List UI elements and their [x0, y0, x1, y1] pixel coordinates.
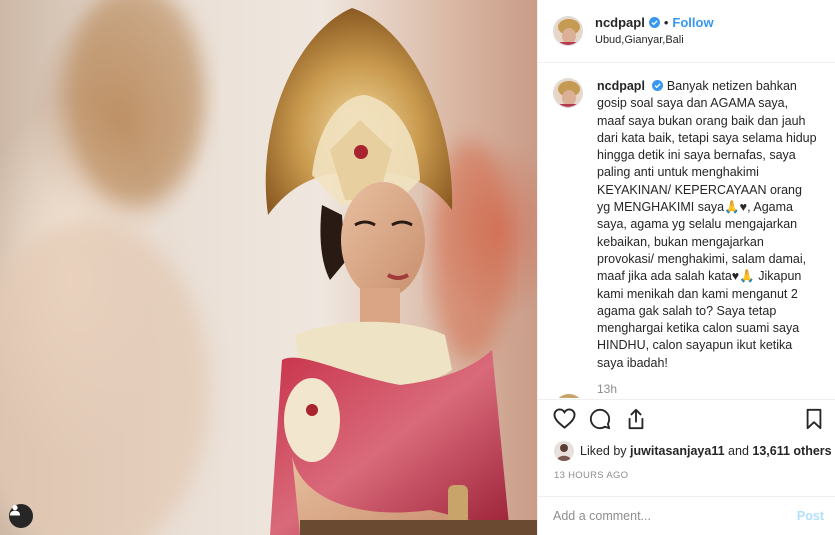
caption-username-link[interactable]: ncdpapl	[597, 79, 645, 93]
caption-time: 13h	[597, 382, 618, 397]
post-comment-button[interactable]: Post	[797, 509, 824, 523]
header-username-link[interactable]: ncdpapl	[595, 15, 645, 31]
post-sidebar: ncdpapl • Follow Ubud,Gianyar,Bali ncdpa…	[537, 0, 835, 535]
avatar-image	[554, 441, 574, 461]
comments-area[interactable]: ncdpapl Banyak netizen bahkan gosip soal …	[538, 64, 835, 398]
verified-badge-icon	[648, 17, 660, 28]
post-photo[interactable]	[0, 0, 537, 535]
comment-icon	[589, 408, 611, 429]
liker-avatar[interactable]	[554, 441, 574, 461]
post-timestamp[interactable]: 13 HOURS AGO	[554, 470, 628, 481]
bookmark-icon	[806, 408, 822, 429]
likes-connector: and	[728, 444, 749, 458]
avatar-image	[554, 79, 582, 107]
photo-illustration	[0, 0, 537, 535]
comment-input[interactable]	[553, 509, 797, 523]
liker-username-link[interactable]: juwitasanjaya11	[630, 444, 725, 458]
header-separator: •	[663, 14, 669, 30]
share-icon	[628, 408, 644, 429]
heart-icon	[553, 408, 575, 429]
likes-summary: Liked by juwitasanjaya11 and 13,611 othe…	[554, 441, 832, 461]
follow-button[interactable]: Follow	[672, 15, 713, 31]
avatar-image	[554, 17, 582, 45]
like-button[interactable]	[552, 407, 576, 431]
action-bar	[538, 399, 835, 437]
post-header: ncdpapl • Follow Ubud,Gianyar,Bali	[538, 0, 835, 63]
save-button[interactable]	[802, 407, 826, 431]
likes-prefix: Liked by	[580, 444, 627, 458]
likes-count-link[interactable]: 13,611 others	[752, 444, 831, 458]
caption: ncdpapl Banyak netizen bahkan gosip soal …	[553, 78, 820, 372]
location-link[interactable]: Ubud,Gianyar,Bali	[595, 32, 714, 48]
caption-text: Banyak netizen bahkan gosip soal saya da…	[597, 79, 817, 370]
avatar[interactable]	[553, 16, 583, 46]
next-comment-avatar[interactable]	[554, 394, 584, 398]
share-button[interactable]	[624, 407, 648, 431]
verified-badge-icon	[651, 80, 663, 91]
person-icon	[10, 505, 20, 516]
add-comment-form: Post	[538, 496, 835, 535]
tagged-users-button[interactable]	[9, 504, 33, 528]
caption-avatar[interactable]	[553, 78, 583, 108]
comment-button[interactable]	[588, 407, 612, 431]
